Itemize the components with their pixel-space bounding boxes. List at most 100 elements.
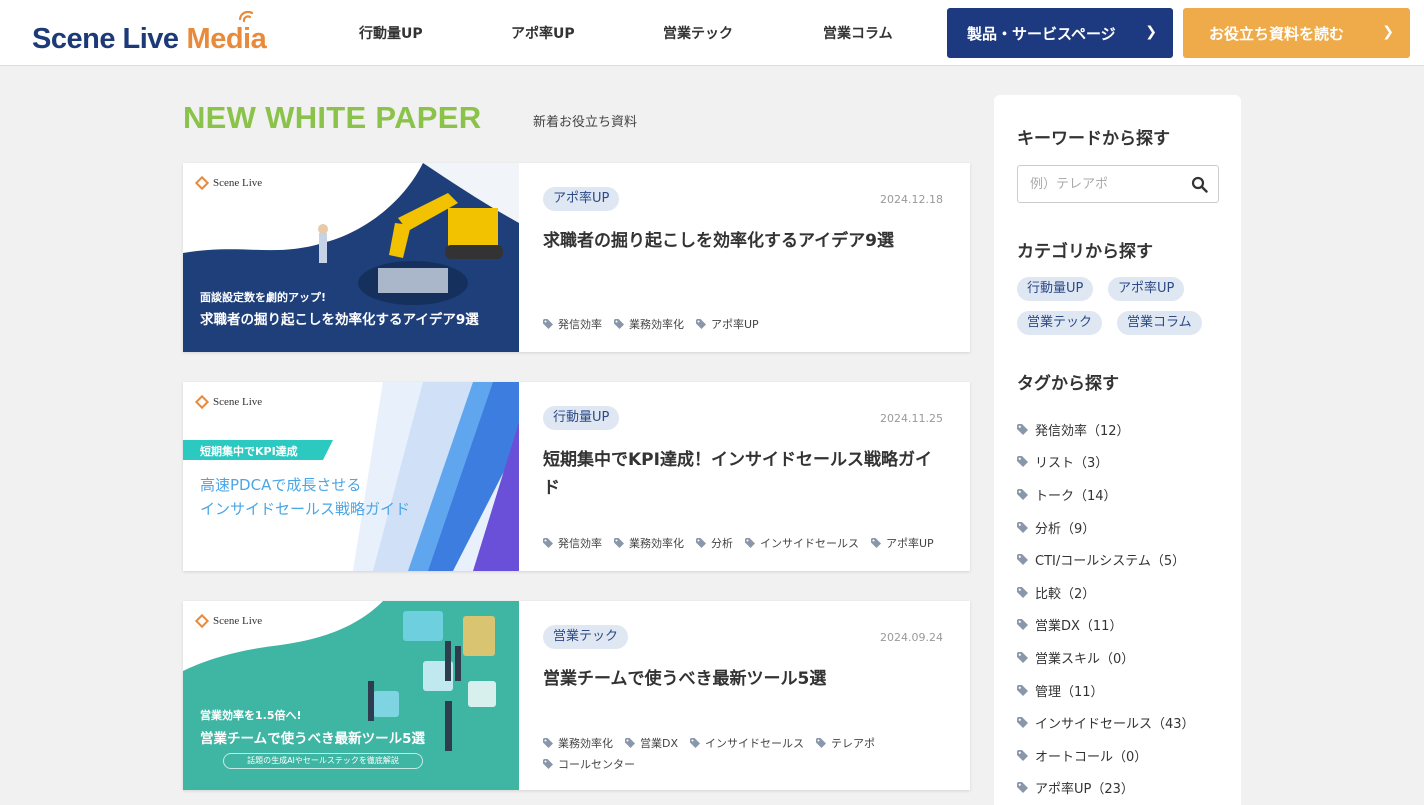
tag-link[interactable]: 業務効率化 [543,735,613,751]
category-chip-sales-tech[interactable]: 営業テック [1017,311,1103,335]
thumbnail-brand: Scene Live [194,175,262,191]
keyword-search-input[interactable] [1018,166,1186,202]
search-icon[interactable] [1191,176,1208,193]
sidebar-tag-item[interactable]: 営業スキル（0） [1017,641,1227,674]
products-services-label: 製品・サービスページ [967,24,1116,43]
keyword-search-box [1017,165,1219,203]
whitepaper-card[interactable]: Scene Live 面談設定数を劇的アップ! 求職者の掘り起こしを効率化するア… [183,163,970,352]
sidebar-tag-item[interactable]: リスト（3） [1017,446,1227,479]
card-title[interactable]: 短期集中でKPI達成！インサイドセールス戦略ガイド [543,446,943,502]
tag-icon [543,319,553,329]
sidebar-tag-item[interactable]: 営業DX（11） [1017,609,1227,642]
sidebar-tag-item[interactable]: 発信効率（12） [1017,413,1227,446]
sidebar-tag-item[interactable]: トーク（14） [1017,478,1227,511]
tag-icon [816,738,827,748]
brand-mark-icon [194,613,210,629]
sidebar-tag-item[interactable]: CTI/コールシステム（5） [1017,543,1227,576]
tag-icon [625,738,635,748]
tag-icon [1017,423,1028,435]
section-title: NEW WHITE PAPER [183,100,482,135]
publish-date: 2024.09.24 [880,631,943,644]
tag-link[interactable]: 営業DX [625,735,678,751]
thumbnail-brand: Scene Live [194,613,263,629]
card-thumbnail[interactable]: Scene Live 面談設定数を劇的アップ! 求職者の掘り起こしを効率化するア… [183,163,519,352]
card-title[interactable]: 営業チームで使うべき最新ツール5選 [543,665,943,693]
tag-icon [1017,619,1028,631]
sidebar-tag-item[interactable]: 比較（2） [1017,576,1227,609]
sidebar-tag-item[interactable]: 分析（9） [1017,511,1227,544]
tag-icon [543,759,553,769]
thumbnail-headline: 高速PDCAで成長させる [200,476,362,494]
thumbnail-ribbon: 短期集中でKPI達成 [200,445,298,458]
category-badge[interactable]: 営業テック [543,625,629,649]
keyword-search-heading: キーワードから探す [1017,129,1170,149]
tag-link[interactable]: テレアポ [816,735,875,751]
products-services-button[interactable]: 製品・サービスページ ❯ [947,8,1173,58]
tag-link[interactable]: 発信効率 [543,535,602,551]
thumbnail-brand: Scene Live [194,394,263,410]
category-chip-action-up[interactable]: 行動量UP [1017,277,1094,301]
chevron-right-icon: ❯ [1145,24,1157,40]
tag-link[interactable]: 発信効率 [543,316,602,332]
tag-link[interactable]: アポ率UP [696,316,759,332]
card-thumbnail[interactable]: Scene Live 短期集中でKPI達成 高速PDCAで成長させる インサイド… [183,382,519,571]
logo-word-media: Media [186,11,267,56]
nav-item-sales-column[interactable]: 営業コラム [823,23,893,43]
thumbnail-brand-text: Scene Live [213,396,263,408]
read-resources-label: お役立ち資料を読む [1209,24,1345,43]
read-resources-button[interactable]: お役立ち資料を読む ❯ [1183,8,1410,58]
tag-heading: タグから探す [1017,374,1119,394]
brand-mark-icon [194,175,210,191]
nav-item-action-up[interactable]: 行動量UP [359,23,423,43]
tag-link[interactable]: インサイドセールス [690,735,804,751]
signal-icon [239,11,254,23]
thumbnail-brand-text: Scene Live [213,615,263,627]
publish-date: 2024.12.18 [880,193,943,206]
tag-icon [1017,521,1028,533]
category-badge[interactable]: アポ率UP [543,187,620,211]
tag-icon [614,319,624,329]
nav-item-appointment-up[interactable]: アポ率UP [511,23,575,43]
tag-icon [543,738,553,748]
category-badge[interactable]: 行動量UP [543,406,620,430]
card-tag-list: 発信効率 業務効率化 アポ率UP [543,316,963,332]
site-logo[interactable]: Scene Live Media [32,11,267,56]
card-thumbnail[interactable]: Scene Live 営業効率を1.5倍へ! 営業チームで使うべき最新ツール5選… [183,601,519,790]
nav-item-sales-tech[interactable]: 営業テック [663,23,733,43]
tag-icon [696,538,706,548]
sidebar-tag-item[interactable]: アポ率UP（23） [1017,772,1227,805]
card-tag-list: 発信効率 業務効率化 分析 インサイドセールス アポ率UP [543,535,963,551]
tag-icon [690,738,701,748]
site-header: Scene Live Media 行動量UP アポ率UP 営業テック 営業コラム… [0,0,1424,66]
brand-mark-icon [194,394,210,410]
sidebar-tag-item[interactable]: オートコール（0） [1017,739,1227,772]
tag-icon [543,538,553,548]
category-chip-appointment-up[interactable]: アポ率UP [1108,277,1185,301]
tag-link[interactable]: 業務効率化 [614,535,684,551]
card-tag-list: 業務効率化 営業DX インサイドセールス テレアポ コールセンター [543,735,963,772]
tag-icon [871,538,881,548]
sidebar: キーワードから探す カテゴリから探す 行動量UP アポ率UP 営業テック 営業コ… [994,95,1241,805]
card-body: 営業テック 2024.09.24 営業チームで使うべき最新ツール5選 業務効率化… [519,601,970,790]
chevron-right-icon: ❯ [1382,24,1394,40]
thumbnail-headline: 営業チームで使うべき最新ツール5選 [200,731,425,747]
tag-icon [1017,554,1028,566]
tag-icon [1017,717,1028,729]
tag-icon [1017,586,1028,598]
tag-link[interactable]: コールセンター [543,756,635,772]
sidebar-tag-item[interactable]: インサイドセールス（43） [1017,706,1227,739]
tag-link[interactable]: アポ率UP [871,535,934,551]
sidebar-tag-item[interactable]: 管理（11） [1017,674,1227,707]
tag-link[interactable]: 分析 [696,535,733,551]
card-title[interactable]: 求職者の掘り起こしを効率化するアイデア9選 [543,227,943,255]
category-chip-sales-column[interactable]: 営業コラム [1117,311,1202,335]
tag-icon [1017,651,1028,663]
tag-icon [696,319,706,329]
whitepaper-card[interactable]: Scene Live 営業効率を1.5倍へ! 営業チームで使うべき最新ツール5選… [183,601,970,790]
tag-link[interactable]: 業務効率化 [614,316,684,332]
tag-icon [1017,782,1028,794]
tag-icon [1017,456,1028,468]
whitepaper-card[interactable]: Scene Live 短期集中でKPI達成 高速PDCAで成長させる インサイド… [183,382,970,571]
tag-link[interactable]: インサイドセールス [745,535,859,551]
logo-word-media-text: Media [186,23,267,55]
